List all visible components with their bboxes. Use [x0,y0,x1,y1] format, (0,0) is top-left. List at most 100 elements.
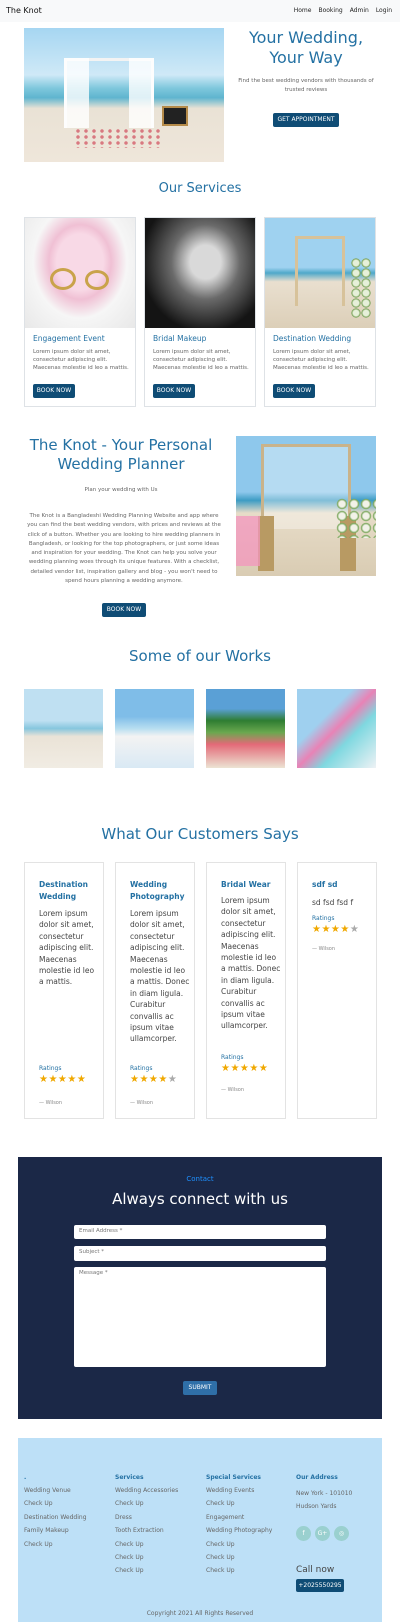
ratings-label: Ratings [221,1054,244,1061]
nav-link-home[interactable]: Home [294,7,312,14]
hero-title: Your Wedding, Your Way [248,28,364,67]
footer-col-3: Special Services Wedding Events Check Up… [206,1474,296,1581]
service-card: Bridal Makeup Lorem ipsum dolor sit amet… [144,217,256,407]
footer-link[interactable]: Check Up [24,1500,114,1513]
instagram-icon[interactable]: ◎ [334,1526,349,1541]
about-body: The Knot is a Bangladeshi Wedding Planni… [27,513,221,585]
footer-col-4: Our Address New York - 101010 Hudson Yar… [296,1474,376,1514]
footer-link[interactable]: Wedding Accessories [115,1487,205,1500]
review-title: Bridal Wear [221,880,271,889]
brand-logo[interactable]: The Knot [6,6,42,15]
footer-link[interactable]: Family Makeup [24,1527,114,1540]
review-title: Wedding Photography [130,880,185,901]
star-rating: ★★★★★ [312,924,360,935]
hero-subtitle: Find the best wedding vendors with thous… [238,78,374,93]
review-title: Destination Wedding [39,880,88,901]
footer-heading: Special Services [206,1474,262,1481]
footer-link[interactable]: Engagement [206,1514,296,1527]
nav-links: Home Booking Admin Login [294,7,392,14]
service-title: Destination Wedding [273,334,352,343]
email-field[interactable]: Email Address * [74,1225,326,1239]
footer: . Wedding Venue Check Up Destination Wed… [18,1438,382,1622]
service-title: Bridal Makeup [153,334,207,343]
social-links: f G+ ◎ [296,1526,349,1541]
ratings-label: Ratings [312,915,335,922]
review-author: — Wilson [312,946,336,952]
footer-link[interactable]: Check Up [115,1554,205,1567]
phone-button[interactable]: +2025550295 [296,1579,344,1592]
star-rating: ★★★★★ [221,1063,269,1074]
footer-link[interactable]: Check Up [115,1541,205,1554]
about-book-now-button[interactable]: BOOK NOW [102,603,146,617]
footer-link[interactable]: Dress [115,1514,205,1527]
submit-button[interactable]: SUBMIT [183,1381,217,1395]
engagement-image [25,218,135,328]
footer-heading: Our Address [296,1474,338,1481]
footer-link[interactable]: Wedding Photography [206,1527,296,1540]
about-title: The Knot - Your Personal Wedding Planner [29,436,213,473]
review-card: Wedding Photography Lorem ipsum dolor si… [115,862,195,1119]
book-now-button[interactable]: BOOK NOW [33,384,75,398]
footer-link[interactable]: Check Up [115,1500,205,1513]
book-now-button[interactable]: BOOK NOW [273,384,315,398]
footer-col-1: . Wedding Venue Check Up Destination Wed… [24,1474,114,1554]
footer-address: New York - 101010 Hudson Yards [296,1490,353,1511]
footer-link[interactable]: Check Up [206,1541,296,1554]
review-body: Lorem ipsum dolor sit amet, consectetur … [130,909,190,1044]
service-text: Lorem ipsum dolor sit amet, consectetur … [273,349,369,371]
footer-link[interactable]: Check Up [24,1541,114,1554]
footer-col-2: Services Wedding Accessories Check Up Dr… [115,1474,205,1581]
footer-link[interactable]: Check Up [206,1567,296,1580]
star-rating: ★★★★★ [130,1074,178,1085]
work-image [206,689,285,768]
service-title: Engagement Event [33,334,105,343]
about-tagline: Plan your wedding with Us [84,487,158,493]
works-title: Some of our Works [129,647,271,665]
copyright-text: Copyright 2021 All Rights Reserved [146,1610,254,1617]
review-body: Lorem ipsum dolor sit amet, consectetur … [39,909,95,987]
nav-link-booking[interactable]: Booking [318,7,342,14]
contact-section: Contact Always connect with us Email Add… [18,1157,382,1419]
book-now-button[interactable]: BOOK NOW [153,384,195,398]
footer-link[interactable]: Check Up [115,1567,205,1580]
facebook-icon[interactable]: f [296,1526,311,1541]
review-author: — Wilson [39,1100,63,1106]
contact-label: Contact [186,1175,214,1183]
star-rating: ★★★★★ [39,1074,87,1085]
google-plus-icon[interactable]: G+ [315,1526,330,1541]
services-title: Our Services [158,181,242,196]
service-card: Engagement Event Lorem ipsum dolor sit a… [24,217,136,407]
bridal-makeup-image [145,218,255,328]
footer-heading: Services [115,1474,144,1481]
work-image [115,689,194,768]
footer-heading: . [24,1474,27,1481]
subject-field[interactable]: Subject * [74,1246,326,1261]
footer-link[interactable]: Check Up [206,1554,296,1567]
destination-wedding-image [265,218,375,328]
work-image [24,689,103,768]
review-title: sdf sd [312,880,338,889]
review-author: — Wilson [221,1087,245,1093]
reviews-title: What Our Customers Says [101,825,299,843]
review-card: Destination Wedding Lorem ipsum dolor si… [24,862,104,1119]
message-field[interactable]: Message * [74,1267,326,1367]
get-appointment-button[interactable]: GET APPOINTMENT [273,113,339,127]
review-author: — Wilson [130,1100,154,1106]
ratings-label: Ratings [39,1065,62,1072]
review-card: Bridal Wear Lorem ipsum dolor sit amet, … [206,862,286,1119]
nav-link-login[interactable]: Login [376,7,392,14]
review-card: sdf sd sd fsd fsd f Ratings ★★★★★ — Wils… [297,862,377,1119]
review-body: Lorem ipsum dolor sit amet, consectetur … [221,896,281,1031]
service-card: Destination Wedding Lorem ipsum dolor si… [264,217,376,407]
work-image [297,689,376,768]
contact-title: Always connect with us [112,1190,288,1208]
footer-link[interactable]: Tooth Extraction [115,1527,205,1540]
call-now-label: Call now [296,1565,335,1575]
service-text: Lorem ipsum dolor sit amet, consectetur … [33,349,129,371]
ratings-label: Ratings [130,1065,153,1072]
footer-link[interactable]: Wedding Venue [24,1487,114,1500]
footer-link[interactable]: Wedding Events [206,1487,296,1500]
nav-link-admin[interactable]: Admin [350,7,369,14]
footer-link[interactable]: Destination Wedding [24,1514,114,1527]
footer-link[interactable]: Check Up [206,1500,296,1513]
